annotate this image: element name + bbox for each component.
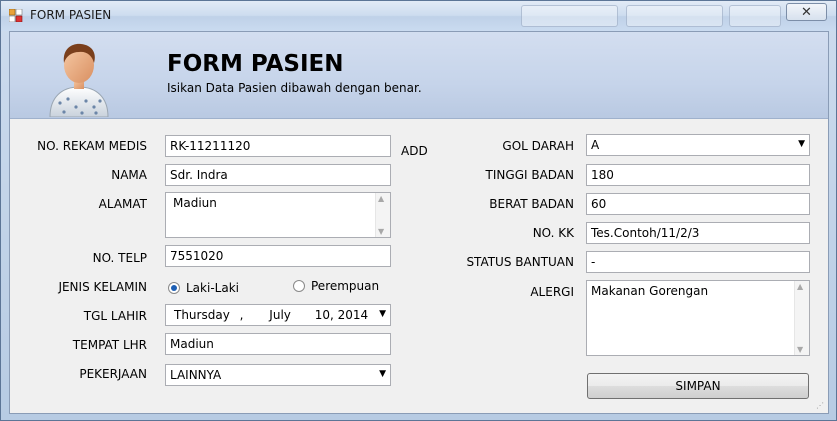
label-telp: NO. TELP [92, 251, 147, 265]
background-window-ghost [729, 5, 781, 27]
status-bantuan-input[interactable]: - [586, 251, 810, 273]
date-sep: , [239, 308, 244, 322]
form-header: FORM PASIEN Isikan Data Pasien dibawah d… [10, 32, 828, 119]
radio-laki-laki[interactable]: Laki-Laki [168, 281, 268, 298]
patient-avatar-icon [49, 43, 109, 117]
scroll-up-icon[interactable]: ▲ [797, 282, 803, 291]
alergi-value: Makanan Gorengan [591, 284, 709, 298]
tempat-lhr-input[interactable]: Madiun [165, 333, 391, 355]
gol-darah-select[interactable]: A ▼ [586, 134, 810, 156]
label-tempat-lhr: TEMPAT LHR [72, 338, 147, 352]
close-button[interactable]: ✕ [786, 3, 827, 21]
radio-laki-laki-circle[interactable] [168, 282, 180, 294]
title-bar[interactable]: FORM PASIEN ✕ [1, 1, 836, 31]
rekam-medis-input[interactable]: RK-11211120 [165, 135, 391, 157]
label-rekam-medis: NO. REKAM MEDIS [37, 139, 147, 153]
label-nama: NAMA [111, 168, 147, 182]
label-alamat: ALAMAT [98, 197, 147, 211]
label-berat-badan: BERAT BADAN [489, 197, 574, 211]
pekerjaan-value: LAINNYA [170, 368, 222, 382]
scroll-down-icon[interactable]: ▼ [797, 345, 803, 354]
no-kk-input[interactable]: Tes.Contoh/11/2/3 [586, 222, 810, 244]
label-tgl-lahir: TGL LAHIR [83, 309, 147, 323]
scroll-up-icon[interactable]: ▲ [378, 194, 384, 203]
label-tinggi-badan: TINGGI BADAN [485, 168, 574, 182]
radio-perempuan-label: Perempuan [311, 279, 380, 293]
label-status-bantuan: STATUS BANTUAN [466, 255, 574, 269]
label-no-kk: NO. KK [532, 226, 574, 240]
date-month: July [269, 308, 291, 322]
pekerjaan-select[interactable]: LAINNYA ▼ [165, 364, 391, 386]
simpan-button[interactable]: SIMPAN [587, 373, 809, 399]
berat-badan-input[interactable]: 60 [586, 193, 810, 215]
chevron-down-icon[interactable]: ▼ [798, 139, 805, 149]
add-link[interactable]: ADD [401, 144, 428, 158]
background-window-ghost [521, 5, 618, 27]
radio-selected-dot [171, 285, 177, 291]
chevron-down-icon[interactable]: ▼ [379, 369, 386, 379]
radio-perempuan[interactable]: Perempuan [293, 279, 393, 296]
background-window-ghost [626, 5, 723, 27]
date-day: Thursday [174, 308, 230, 322]
nama-input[interactable]: Sdr. Indra [165, 164, 391, 186]
form-pasien-window: FORM PASIEN ✕ FORM PASIEN Isikan Data Pa… [0, 0, 837, 421]
alergi-scrollbar[interactable]: ▲ ▼ [794, 281, 809, 355]
form-client-area: FORM PASIEN Isikan Data Pasien dibawah d… [9, 31, 829, 414]
app-icon [9, 9, 23, 22]
label-alergi: ALERGI [530, 285, 574, 299]
label-gol-darah: GOL DARAH [502, 139, 574, 153]
telp-input[interactable]: 7551020 [165, 245, 391, 267]
resize-grip-icon[interactable]: ⋰ [816, 401, 826, 411]
radio-laki-laki-label: Laki-Laki [186, 281, 239, 295]
scroll-down-icon[interactable]: ▼ [378, 227, 384, 236]
label-jenis-kelamin: JENIS KELAMIN [58, 280, 147, 294]
label-pekerjaan: PEKERJAAN [79, 367, 147, 381]
alamat-value: Madiun [173, 196, 217, 210]
alamat-textarea[interactable]: Madiun ▲ ▼ [165, 192, 391, 238]
alergi-textarea[interactable]: Makanan Gorengan ▲ ▼ [586, 280, 810, 356]
alamat-scrollbar[interactable]: ▲ ▼ [375, 193, 390, 237]
page-title: FORM PASIEN [167, 51, 344, 77]
date-value: 10, 2014 [314, 308, 369, 322]
chevron-down-icon[interactable]: ▼ [379, 309, 386, 319]
window-title: FORM PASIEN [30, 8, 112, 22]
gol-darah-value: A [591, 138, 600, 152]
radio-perempuan-circle[interactable] [293, 280, 305, 292]
tgl-lahir-datepicker[interactable]: Thursday , July 10, 2014 ▼ [165, 304, 391, 326]
tinggi-badan-input[interactable]: 180 [586, 164, 810, 186]
close-icon: ✕ [801, 5, 812, 20]
page-subtitle: Isikan Data Pasien dibawah dengan benar. [167, 81, 422, 95]
